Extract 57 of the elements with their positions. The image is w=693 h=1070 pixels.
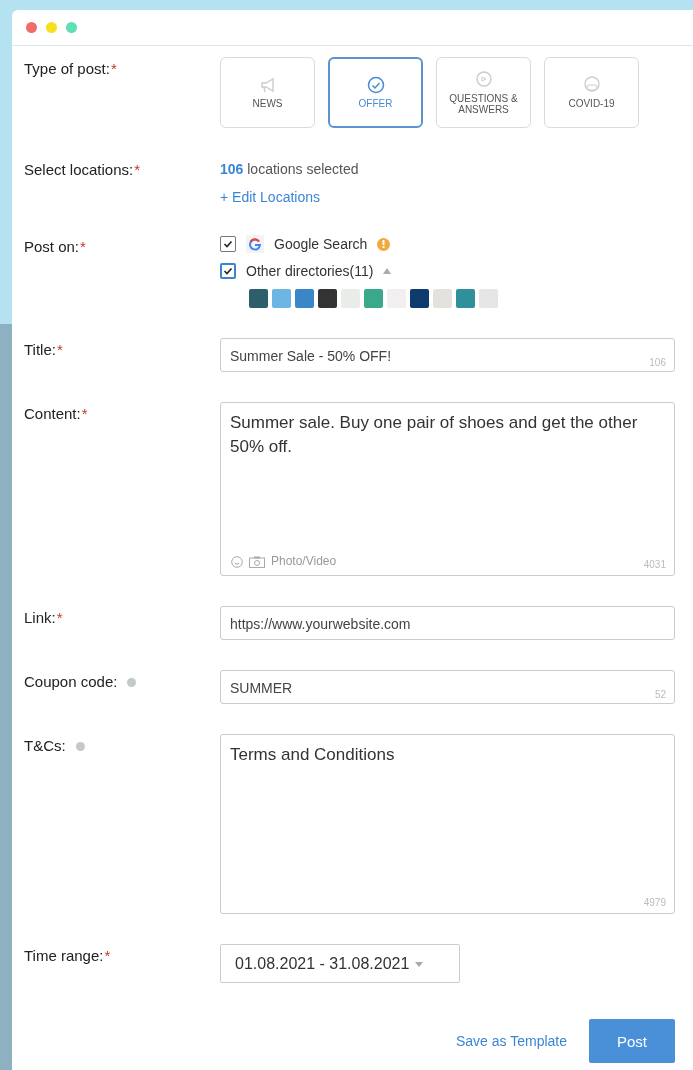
field-label: Link: (24, 609, 56, 626)
field-label: Content: (24, 405, 81, 422)
field-label: Coupon code: (24, 673, 118, 690)
required-asterisk: * (80, 238, 86, 255)
post-type-option[interactable]: NEWS (220, 57, 315, 128)
character-counter: 106 (649, 357, 666, 368)
character-counter: 4979 (643, 896, 666, 910)
google-icon (246, 235, 264, 253)
field-label: Type of post: (24, 60, 110, 77)
post-type-option[interactable]: OFFER (328, 57, 423, 128)
megaphone-icon (258, 76, 277, 94)
maximize-icon[interactable] (66, 22, 77, 33)
caret-icon[interactable] (383, 266, 392, 276)
checkmark-icon (223, 266, 233, 276)
directory-logo-icon (410, 289, 429, 308)
required-asterisk: * (134, 161, 141, 178)
character-counter: 4031 (643, 558, 666, 572)
directory-logo-icon (479, 289, 498, 308)
required-asterisk: * (110, 60, 117, 77)
camera-icon[interactable] (249, 555, 265, 568)
smiley-icon[interactable] (231, 555, 243, 568)
post-type-option[interactable]: QUESTIONS & ANSWERS (436, 57, 531, 128)
directory-logo-icon (456, 289, 475, 308)
directory-logo-icon (249, 289, 268, 308)
checkmark-icon (223, 239, 233, 249)
close-icon[interactable] (26, 22, 37, 33)
edit-locations-link[interactable]: + Edit Locations (220, 189, 320, 205)
directory-logo-icon (295, 289, 314, 308)
required-asterisk: * (81, 405, 88, 422)
field-label: T&Cs: (24, 737, 66, 754)
directory-logo-icon (272, 289, 291, 308)
directory-logo-icon (318, 289, 337, 308)
checkbox[interactable] (220, 236, 236, 252)
check-circle-icon (366, 76, 385, 94)
required-asterisk: * (104, 947, 111, 964)
save-template-link[interactable]: Save as Template (455, 1033, 567, 1049)
directory-logo-icon (433, 289, 452, 308)
checkbox[interactable] (220, 263, 236, 279)
directory-logo-icon (364, 289, 383, 308)
text-area-field[interactable]: Terms and Conditions 4979 (220, 734, 675, 914)
text-input-field[interactable]: https://www.yourwebsite.com (220, 606, 675, 640)
field-label: Post on: (24, 238, 80, 255)
required-asterisk: * (56, 609, 63, 626)
text-area-field[interactable]: Summer sale. Buy one pair of shoes and get the other 50% off. Photo/Video 4031 (220, 402, 675, 576)
checkbox-label: Other directories(11) (246, 263, 374, 279)
date-range-select[interactable]: 01.08.2021 - 31.08.2021 (220, 944, 460, 983)
post-type-option[interactable]: COVID-19 (544, 57, 639, 128)
locations-count: 106 locations selected (220, 160, 359, 177)
text-input-field[interactable]: SUMMER 52 (220, 670, 675, 704)
checkbox-label: Google Search (274, 236, 368, 252)
character-counter: 52 (654, 689, 666, 700)
field-label: Select locations: (24, 161, 134, 178)
minimize-icon[interactable] (46, 22, 57, 33)
field-label: Time range: (24, 947, 104, 964)
text-input-field[interactable]: Summer Sale - 50% OFF! 106 (220, 338, 675, 372)
field-label: Title: (24, 341, 56, 358)
required-asterisk: * (56, 341, 63, 358)
